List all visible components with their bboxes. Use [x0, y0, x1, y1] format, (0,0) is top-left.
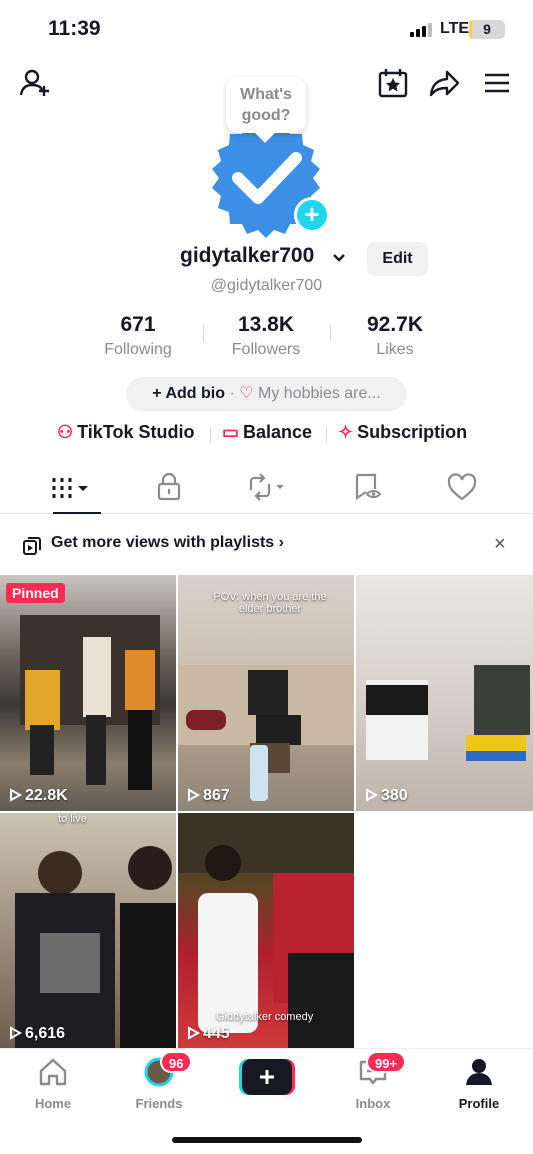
network-label: LTE [440, 20, 470, 37]
lock-icon [157, 472, 181, 501]
nav-label: Friends [135, 1096, 183, 1111]
video-thumbnail [20, 615, 160, 790]
plus-icon: + [152, 385, 166, 402]
tiktok-studio-link[interactable]: ⚇ TikTok Studio [57, 422, 194, 443]
tab-favorites[interactable] [352, 472, 392, 502]
divider [210, 426, 211, 444]
video-thumbnail [15, 846, 176, 1049]
add-friend-icon[interactable] [18, 66, 52, 100]
close-icon[interactable]: × [494, 533, 506, 556]
chevron-down-icon[interactable] [331, 250, 347, 266]
nav-label: Home [34, 1096, 72, 1111]
stat-label: Likes [376, 341, 414, 358]
play-icon [366, 788, 379, 802]
divider [330, 324, 331, 342]
video-tile[interactable]: Pinned 22.8K [0, 575, 176, 811]
notification-badge: 96 [160, 1051, 193, 1073]
studio-icon: ⚇ [57, 422, 74, 442]
signal-icon [410, 23, 434, 37]
divider [326, 426, 327, 444]
stat-label: Following [104, 341, 172, 358]
share-icon[interactable] [428, 66, 462, 100]
video-thumbnail [366, 665, 530, 761]
nav-friends[interactable]: Friends 96 [114, 1051, 204, 1111]
view-count: 380 [381, 787, 408, 804]
stat-value: 92.7K [366, 313, 424, 336]
home-icon [39, 1058, 67, 1086]
add-bio-button[interactable]: + Add bio · ♡ My hobbies are... [126, 377, 407, 411]
stat-value: 13.8K [237, 313, 295, 336]
subscription-link[interactable]: ✧ Subscription [338, 422, 467, 443]
battery-icon: 9 [469, 20, 505, 39]
video-tile[interactable]: Giddytalker comedy 445 [178, 813, 354, 1049]
video-tile[interactable]: POV: when you are the elder brother 867 [178, 575, 354, 811]
active-tab-indicator [53, 512, 101, 514]
grid-icon [52, 478, 88, 498]
status-bar: 11:39 LTE 9 [0, 0, 533, 58]
calendar-star-icon[interactable] [376, 66, 410, 100]
nav-label: Inbox [355, 1096, 391, 1111]
tab-liked[interactable] [445, 472, 485, 502]
create-button[interactable] [239, 1059, 295, 1095]
link-label: TikTok Studio [77, 422, 195, 442]
nav-profile[interactable]: Profile [434, 1057, 524, 1111]
heart-outline-icon [447, 473, 477, 501]
nav-inbox[interactable]: Inbox 99+ [328, 1051, 418, 1111]
plus-icon [239, 1059, 295, 1095]
pinned-badge: Pinned [6, 583, 65, 603]
user-handle: @gidytalker700 [210, 277, 323, 294]
balance-link[interactable]: ▭ Balance [222, 422, 312, 443]
battery-level: 9 [483, 21, 491, 37]
add-avatar-button[interactable]: + [294, 197, 330, 233]
play-icon [188, 788, 201, 802]
stat-value: 671 [120, 313, 156, 336]
nav-home[interactable]: Home [8, 1057, 98, 1111]
banner-text: Get more views with playlists [51, 534, 275, 551]
chevron-right-icon: › [278, 534, 284, 551]
add-bio-label: Add bio [165, 385, 225, 402]
tab-private[interactable] [152, 472, 192, 502]
repost-icon [249, 473, 284, 501]
play-icon [10, 1026, 23, 1040]
tab-reposts[interactable] [245, 472, 291, 502]
playlist-banner[interactable]: Get more views with playlists › × [0, 525, 533, 565]
edit-button[interactable]: Edit [367, 242, 428, 276]
notification-badge: 99+ [366, 1051, 407, 1073]
link-label: Balance [243, 422, 313, 442]
view-count: 445 [203, 1025, 230, 1042]
link-label: Subscription [357, 422, 468, 442]
video-caption: POV: when you are the elder brother [213, 591, 327, 615]
home-indicator [172, 1137, 362, 1143]
profile-tabs [0, 464, 533, 514]
view-count: 6,616 [25, 1025, 66, 1042]
view-count: 867 [203, 787, 230, 804]
bio-placeholder: My hobbies are... [258, 385, 381, 402]
view-count: 22.8K [25, 787, 68, 804]
play-icon [188, 1026, 201, 1040]
separator: · [229, 385, 240, 402]
playlist-icon [23, 537, 41, 555]
video-caption: to live [58, 813, 87, 825]
stat-likes[interactable]: 92.7K Likes [335, 313, 455, 359]
menu-icon[interactable] [480, 66, 514, 100]
video-tile[interactable]: 380 [356, 575, 533, 811]
wallet-icon: ▭ [222, 422, 240, 442]
username[interactable]: gidytalker700 [180, 244, 314, 268]
profile-icon [466, 1059, 492, 1085]
play-icon [10, 788, 23, 802]
video-tile[interactable]: to live 6,616 [0, 813, 176, 1049]
stat-followers[interactable]: 13.8K Followers [206, 313, 326, 359]
nav-label: Profile [458, 1096, 500, 1111]
stat-label: Followers [231, 341, 301, 358]
video-caption: Giddytalker comedy [216, 1011, 314, 1023]
subscription-icon: ✧ [338, 422, 354, 442]
stat-following[interactable]: 671 Following [78, 313, 198, 359]
tab-videos[interactable] [50, 472, 100, 502]
divider [203, 324, 204, 342]
status-time: 11:39 [48, 17, 101, 40]
heart-icon: ♡ [239, 385, 254, 402]
status-bubble[interactable]: What's good? [226, 77, 306, 133]
bookmark-eye-icon [355, 473, 382, 501]
